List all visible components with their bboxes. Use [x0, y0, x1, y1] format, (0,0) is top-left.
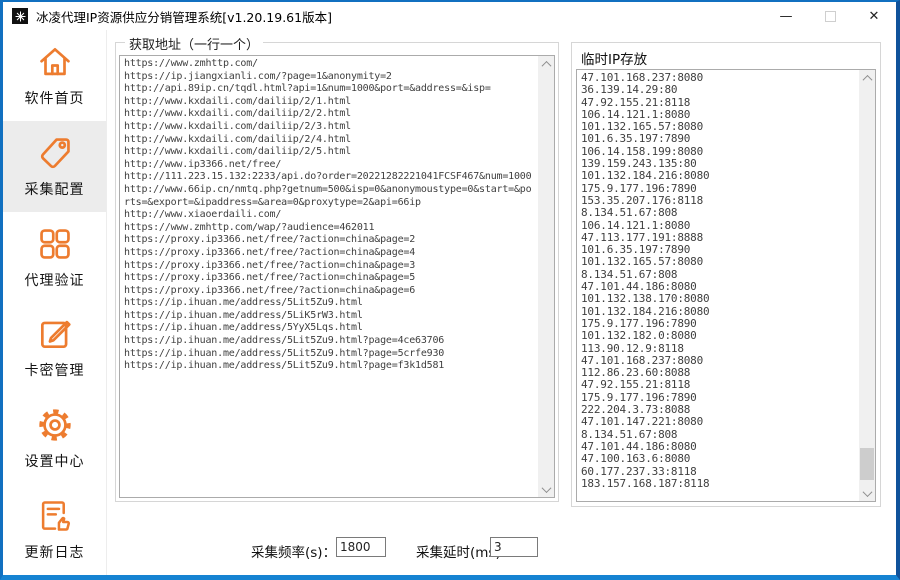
sidebar: 软件首页 采集配置 代理验证 [3, 30, 107, 575]
sidebar-item-collect-config[interactable]: 采集配置 [3, 121, 106, 212]
ip-list[interactable]: 47.101.168.237:8080 36.139.14.29:80 47.9… [577, 70, 858, 501]
collect-delay-input[interactable] [490, 537, 538, 557]
close-button[interactable]: ✕ [852, 2, 896, 30]
sidebar-item-home[interactable]: 软件首页 [3, 30, 106, 121]
sidebar-item-card-manage[interactable]: 卡密管理 [3, 302, 106, 393]
temp-ip-title: 临时IP存放 [581, 48, 647, 68]
title-bar: 冰凌代理IP资源供应分销管理系统[v1.20.19.61版本] — ✕ [3, 2, 896, 30]
scroll-up-icon[interactable] [859, 70, 875, 86]
changelog-icon [36, 497, 74, 535]
snowflake-icon [12, 8, 28, 24]
minimize-button[interactable]: — [764, 2, 808, 30]
scroll-up-icon[interactable] [538, 56, 554, 72]
window-title: 冰凌代理IP资源供应分销管理系统[v1.20.19.61版本] [36, 7, 332, 26]
sidebar-item-label: 卡密管理 [25, 360, 85, 380]
ip-scrollbar[interactable] [859, 70, 875, 501]
maximize-box-icon [825, 11, 836, 22]
gear-icon [36, 406, 74, 444]
groupbox-title: 获取地址（一行一个） [125, 34, 263, 53]
temp-ip-panel: 临时IP存放 47.101.168.237:8080 36.139.14.29:… [571, 42, 881, 507]
fetch-address-groupbox: 获取地址（一行一个） https://www.zmhttp.com/ https… [115, 42, 559, 502]
app-window: 冰凌代理IP资源供应分销管理系统[v1.20.19.61版本] — ✕ 软件首页 [0, 0, 900, 580]
scroll-down-icon[interactable] [859, 485, 875, 501]
ip-list-frame: 47.101.168.237:8080 36.139.14.29:80 47.9… [576, 69, 876, 502]
sidebar-item-label: 更新日志 [25, 542, 85, 562]
url-textarea[interactable]: https://www.zmhttp.com/ https://ip.jiang… [120, 56, 538, 497]
sidebar-item-settings[interactable]: 设置中心 [3, 393, 106, 484]
sidebar-item-label: 软件首页 [25, 88, 85, 108]
collect-frequency-input[interactable] [336, 537, 386, 557]
grid-icon [36, 225, 74, 263]
home-icon [36, 43, 74, 81]
sidebar-item-proxy-verify[interactable]: 代理验证 [3, 212, 106, 303]
scroll-down-icon[interactable] [538, 481, 554, 497]
url-scrollbar[interactable] [538, 56, 554, 497]
window-controls: — ✕ [764, 2, 896, 30]
scrollbar-thumb[interactable] [860, 448, 874, 480]
sidebar-item-label: 代理验证 [25, 270, 85, 290]
sidebar-item-changelog[interactable]: 更新日志 [3, 484, 106, 575]
url-textarea-frame: https://www.zmhttp.com/ https://ip.jiang… [119, 55, 555, 498]
sidebar-item-label: 采集配置 [25, 179, 85, 199]
sidebar-item-label: 设置中心 [25, 451, 85, 471]
tag-icon [36, 134, 74, 172]
collect-frequency-label: 采集频率(s)： [251, 541, 336, 561]
edit-icon [36, 315, 74, 353]
maximize-button[interactable] [808, 2, 852, 30]
footer-controls: 采集频率(s)： 采集延时(ms)： [106, 535, 896, 563]
